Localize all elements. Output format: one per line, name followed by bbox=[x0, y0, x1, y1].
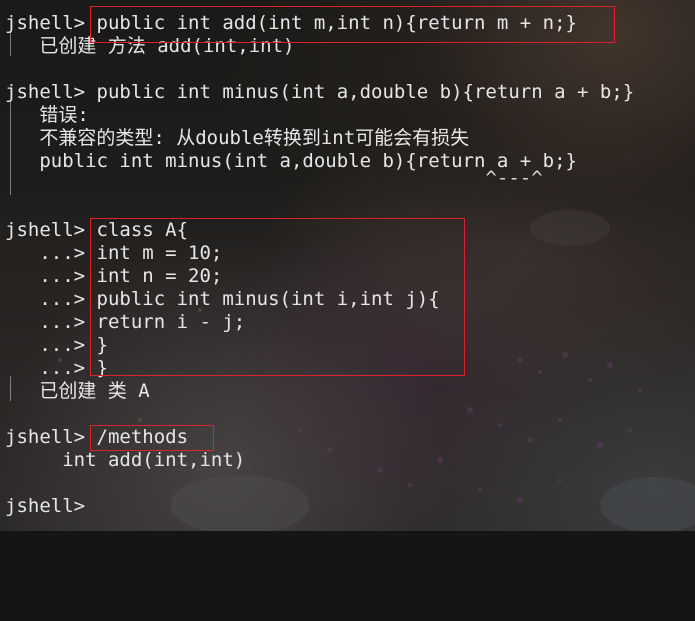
prompt-current[interactable]: jshell> bbox=[5, 495, 85, 518]
error-label: 错误: bbox=[5, 104, 89, 126]
error-caret-marker: ^---^ bbox=[5, 167, 543, 189]
output-methods-list: int add(int,int) bbox=[5, 449, 246, 471]
output-created-class: 已创建 类 A bbox=[5, 380, 150, 402]
input-line-minus: jshell> public int minus(int a,double b)… bbox=[5, 81, 635, 103]
highlight-box-class bbox=[90, 218, 465, 376]
highlight-box-add bbox=[90, 6, 615, 43]
highlight-box-methods bbox=[90, 425, 214, 451]
error-message: 不兼容的类型: 从double转换到int可能会有损失 bbox=[5, 127, 470, 149]
jshell-terminal[interactable]: jshell> public int add(int m,int n){retu… bbox=[0, 0, 695, 531]
